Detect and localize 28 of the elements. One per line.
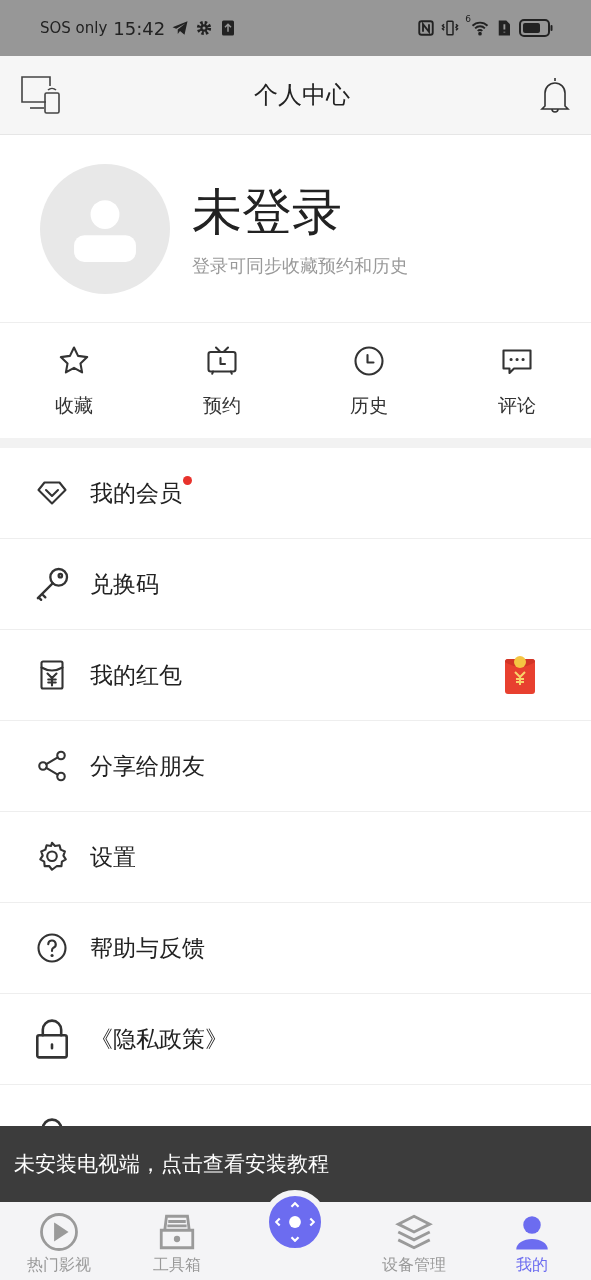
menu-item[interactable]: 分享给朋友 bbox=[0, 721, 591, 812]
page-title: 个人中心 bbox=[253, 80, 350, 111]
send-icon bbox=[171, 19, 190, 37]
menu-item[interactable]: 帮助与反馈 bbox=[0, 903, 591, 994]
install-toast[interactable]: 未安装电视端，点击查看安装教程 bbox=[0, 1126, 591, 1202]
play-icon bbox=[38, 1211, 81, 1253]
signal-label: 6 bbox=[465, 14, 471, 24]
lock-icon bbox=[36, 1019, 68, 1059]
clock-time: 15:42 bbox=[113, 17, 166, 39]
user-name[interactable]: 未登录 bbox=[192, 179, 408, 246]
menu-item[interactable]: 我的会员 bbox=[0, 448, 591, 539]
shortcut-button[interactable]: 评论 bbox=[443, 323, 591, 438]
wifi-icon bbox=[471, 19, 489, 37]
nav-tab[interactable]: 我的 bbox=[472, 1202, 591, 1280]
nfc-icon bbox=[417, 19, 436, 37]
menu-item[interactable]: 《隐私政策》 bbox=[0, 994, 591, 1085]
dpad-icon bbox=[275, 1202, 316, 1242]
battery-icon bbox=[519, 19, 553, 37]
menu-item[interactable]: 我的红包 bbox=[0, 630, 591, 721]
status-text: SOS only bbox=[40, 19, 108, 37]
menu-item[interactable]: 兑换码 bbox=[0, 539, 591, 630]
shortcut-button[interactable]: 收藏 bbox=[0, 323, 148, 438]
vibrate-icon bbox=[441, 19, 460, 37]
bell-icon[interactable] bbox=[539, 75, 571, 115]
menu-item[interactable]: 设置 bbox=[0, 812, 591, 903]
login-hint: 登录可同步收藏预约和历史 bbox=[192, 254, 408, 278]
shortcut-button[interactable]: 历史 bbox=[295, 323, 444, 438]
shortcut-button[interactable]: 预约 bbox=[147, 323, 296, 438]
